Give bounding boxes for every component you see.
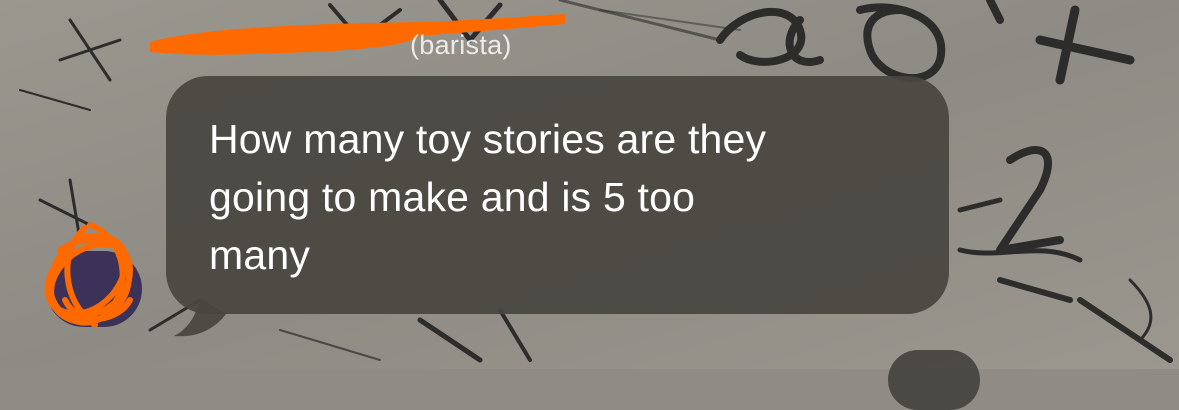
next-message-bubble-partial[interactable] (888, 350, 980, 410)
avatar-redaction (44, 222, 134, 328)
